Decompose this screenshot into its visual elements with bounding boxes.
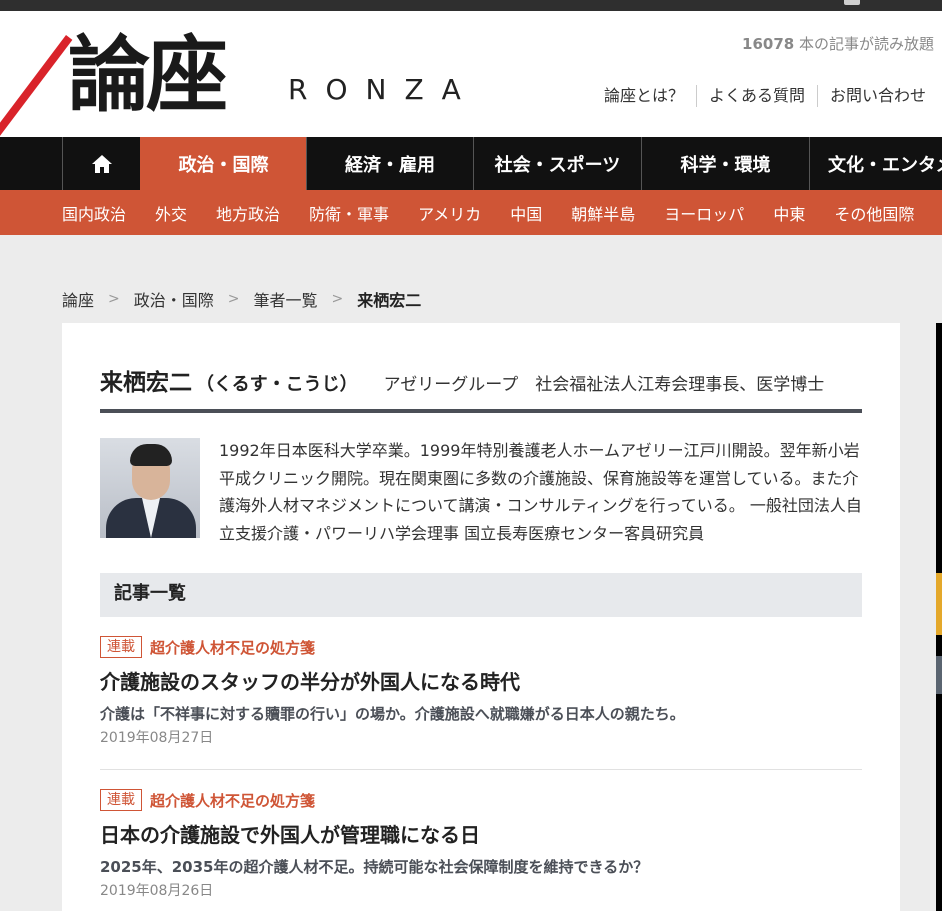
sidebar-edge [936, 323, 942, 911]
sub-nav: 国内政治 外交 地方政治 防衛・軍事 アメリカ 中国 朝鮮半島 ヨーロッパ 中東… [0, 190, 942, 235]
article-title[interactable]: 介護施設のスタッフの半分が外国人になる時代 [100, 670, 862, 694]
breadcrumb-separator: > [108, 291, 120, 307]
subnav-korea[interactable]: 朝鮮半島 [571, 201, 635, 225]
subnav-america[interactable]: アメリカ [418, 201, 481, 225]
logo-latin: RONZA [288, 73, 479, 106]
subnav-domestic[interactable]: 国内政治 [62, 201, 126, 225]
article-title[interactable]: 日本の介護施設で外国人が管理職になる日 [100, 823, 862, 847]
logo-kanji: 論座 [68, 27, 228, 123]
series-link[interactable]: 超介護人材不足の処方箋 [150, 790, 315, 811]
site-logo[interactable]: 論座 RONZA [0, 25, 488, 143]
author-header: 来栖宏二 （くるす・こうじ） アゼリーグループ 社会福祉法人江寿会理事長、医学博士 [100, 363, 862, 413]
nav-tab-economy[interactable]: 経済・雇用 [306, 137, 473, 190]
article-date: 2019年08月27日 [100, 730, 214, 746]
utility-nav: 論座とは？ よくある質問 お問い合わせ [592, 85, 938, 107]
home-icon [91, 154, 112, 173]
breadcrumb: 論座 > 政治・国際 > 筆者一覧 > 来栖宏二 [62, 287, 421, 311]
author-bio: 1992年日本医科大学卒業。1999年特別養護老人ホームアゼリー江戸川開設。翌年… [219, 441, 862, 543]
read-count-number: 16078 [742, 35, 795, 53]
nav-tab-science[interactable]: 科学・環境 [641, 137, 809, 190]
logo-red-slash [0, 35, 73, 143]
util-link-about[interactable]: 論座とは？ [592, 85, 696, 107]
site-header: 論座 RONZA 16078 本の記事が読み放題 論座とは？ よくある質問 お問… [0, 11, 942, 143]
scroll-thumb[interactable] [844, 0, 860, 5]
nav-tab-society[interactable]: 社会・スポーツ [473, 137, 641, 190]
subnav-defense[interactable]: 防衛・軍事 [309, 201, 389, 225]
subnav-china[interactable]: 中国 [510, 201, 542, 225]
article-item[interactable]: 連載 超介護人材不足の処方箋 日本の介護施設で外国人が管理職になる日 2025年… [100, 789, 862, 911]
main-nav: 政治・国際 経済・雇用 社会・スポーツ 科学・環境 文化・エンタメ [0, 137, 942, 190]
breadcrumb-current: 来栖宏二 [357, 291, 422, 310]
article-list-heading: 記事一覧 [100, 573, 862, 617]
util-link-contact[interactable]: お問い合わせ [816, 85, 938, 107]
subnav-europe[interactable]: ヨーロッパ [664, 201, 744, 225]
nav-tab-politics[interactable]: 政治・国際 [140, 137, 306, 190]
author-card: 来栖宏二 （くるす・こうじ） アゼリーグループ 社会福祉法人江寿会理事長、医学博士 … [62, 323, 900, 911]
nav-home[interactable] [62, 137, 140, 190]
subnav-middle-east[interactable]: 中東 [773, 201, 805, 225]
subnav-local[interactable]: 地方政治 [216, 201, 280, 225]
nav-tab-culture[interactable]: 文化・エンタメ [809, 137, 942, 190]
article-subtitle: 2025年、2035年の超介護人材不足。持続可能な社会保障制度を維持できるか？ [100, 858, 649, 876]
breadcrumb-category[interactable]: 政治・国際 [134, 287, 214, 311]
breadcrumb-authors[interactable]: 筆者一覧 [254, 287, 318, 311]
article-tags: 連載 超介護人材不足の処方箋 [100, 789, 862, 811]
series-badge: 連載 [100, 636, 142, 658]
author-name: 来栖宏二 [100, 370, 192, 396]
series-badge: 連載 [100, 789, 142, 811]
breadcrumb-separator: > [331, 291, 344, 307]
article-tags: 連載 超介護人材不足の処方箋 [100, 636, 862, 658]
article-date: 2019年08月26日 [100, 883, 214, 899]
subnav-diplomacy[interactable]: 外交 [155, 201, 187, 225]
read-count-text: 16078 本の記事が読み放題 [742, 33, 934, 54]
subnav-other[interactable]: その他国際 [834, 201, 914, 225]
browser-top-strip [0, 0, 942, 11]
author-photo [100, 438, 200, 538]
read-count-suffix: 本の記事が読み放題 [794, 35, 934, 53]
series-link[interactable]: 超介護人材不足の処方箋 [150, 637, 315, 658]
breadcrumb-home[interactable]: 論座 [62, 287, 94, 311]
util-link-faq[interactable]: よくある質問 [695, 85, 817, 107]
author-title: アゼリーグループ 社会福祉法人江寿会理事長、医学博士 [383, 375, 825, 395]
article-subtitle: 介護は「不祥事に対する贖罪の行い」の場か。介護施設へ就職嫌がる日本人の親たち。 [100, 705, 685, 723]
article-item[interactable]: 連載 超介護人材不足の処方箋 介護施設のスタッフの半分が外国人になる時代 介護は… [100, 636, 862, 770]
author-kana: （くるす・こうじ） [196, 374, 358, 395]
breadcrumb-separator: > [227, 291, 240, 307]
